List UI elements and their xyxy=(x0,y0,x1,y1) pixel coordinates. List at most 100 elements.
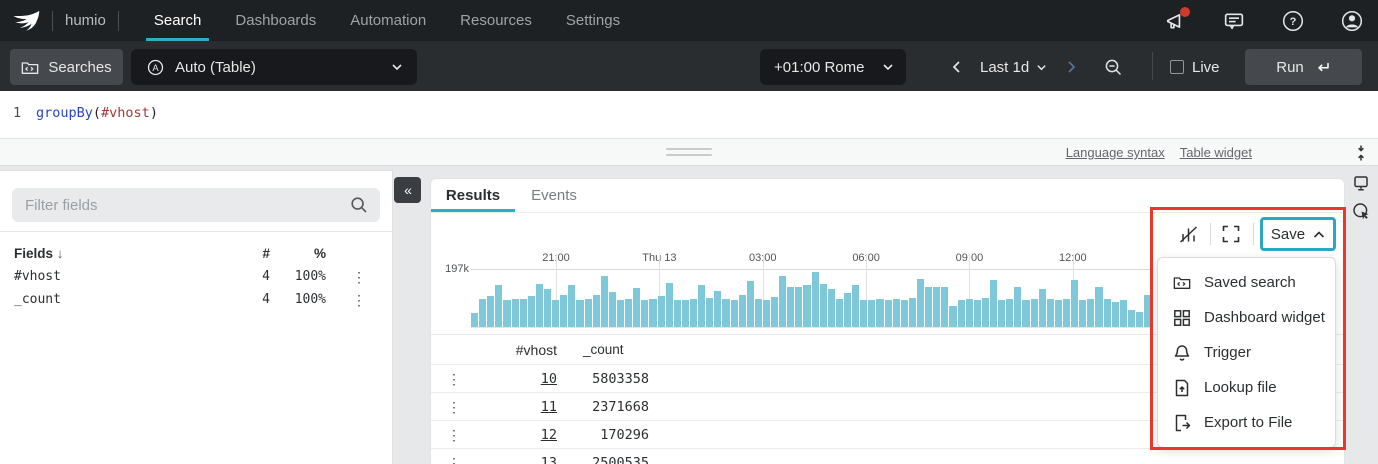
vhost-value-link[interactable]: 11 xyxy=(541,399,557,415)
menu-item-saved-search[interactable]: Saved search xyxy=(1158,265,1335,300)
histogram-bar xyxy=(958,300,965,327)
histogram-bar xyxy=(585,299,592,327)
results-tabs: Results Events xyxy=(431,179,593,212)
searches-button[interactable]: Searches xyxy=(10,49,123,85)
saved-search-icon xyxy=(21,59,39,76)
tab-events[interactable]: Events xyxy=(515,179,593,212)
timezone-select[interactable]: +01:00 Rome xyxy=(760,49,906,85)
run-button[interactable]: Run xyxy=(1245,49,1362,85)
nav-tab-settings[interactable]: Settings xyxy=(549,0,637,41)
nav-tab-resources[interactable]: Resources xyxy=(443,0,549,41)
sort-desc-icon: ↓ xyxy=(57,246,64,261)
histogram-bar xyxy=(560,295,567,327)
menu-item-dashboard-widget[interactable]: Dashboard widget xyxy=(1158,300,1335,335)
histogram-bar xyxy=(674,300,681,327)
toolbar-divider xyxy=(1210,223,1211,245)
histogram-bar xyxy=(925,287,932,327)
query-function: groupBy xyxy=(36,105,93,121)
histogram-bar xyxy=(795,287,802,327)
histogram-bar xyxy=(690,299,697,327)
histogram-bar xyxy=(601,276,608,327)
column-header-count[interactable]: _count xyxy=(557,342,649,357)
saved-search-icon xyxy=(1173,274,1191,291)
tab-results[interactable]: Results xyxy=(431,179,515,212)
field-count: 4 xyxy=(234,269,270,284)
histogram-bar xyxy=(520,299,527,327)
event-histogram[interactable] xyxy=(471,269,1151,328)
feedback-icon[interactable] xyxy=(1223,10,1245,32)
histogram-bar xyxy=(868,300,875,327)
histogram-bar xyxy=(1095,287,1102,327)
crowdstrike-logo-icon[interactable] xyxy=(12,9,40,33)
histogram-bar xyxy=(1047,299,1054,327)
histogram-bar xyxy=(982,298,989,327)
histogram-bar xyxy=(666,283,673,327)
histogram-bar xyxy=(836,299,843,327)
query-text[interactable]: groupBy(#vhost) xyxy=(36,105,158,121)
fields-header[interactable]: Fields ↓ xyxy=(14,246,234,261)
live-checkbox[interactable] xyxy=(1170,60,1184,74)
query-editor[interactable]: 1 groupBy(#vhost) xyxy=(0,91,1378,138)
auto-mode-icon: A xyxy=(147,59,164,76)
time-back-button[interactable] xyxy=(944,49,970,85)
nav-tab-automation[interactable]: Automation xyxy=(333,0,443,41)
field-row[interactable]: _count 4 100% ⋮ xyxy=(0,288,392,311)
menu-item-lookup-file[interactable]: Lookup file xyxy=(1158,370,1335,405)
pointer-select-icon[interactable] xyxy=(1352,202,1370,220)
histogram-bar xyxy=(1120,300,1127,327)
histogram-bar xyxy=(990,280,997,327)
time-forward-button[interactable] xyxy=(1058,49,1084,85)
field-menu-icon[interactable]: ⋮ xyxy=(326,293,392,307)
histogram-bar xyxy=(1087,299,1094,327)
histogram-bar xyxy=(1031,299,1038,327)
collapse-fields-panel-button[interactable]: « xyxy=(394,177,421,203)
resize-handle[interactable] xyxy=(666,148,712,160)
collapse-vertical-icon[interactable] xyxy=(1352,144,1370,162)
menu-item-export-file[interactable]: Export to File xyxy=(1158,405,1335,440)
fullscreen-button[interactable] xyxy=(1222,225,1241,244)
nav-tab-search[interactable]: Search xyxy=(137,0,219,41)
row-menu-icon[interactable]: ⋮ xyxy=(439,400,469,414)
toolbar-divider xyxy=(1253,223,1254,245)
histogram-bar xyxy=(1144,295,1151,327)
histogram-bar xyxy=(901,300,908,327)
row-menu-icon[interactable]: ⋮ xyxy=(439,456,469,464)
count-value: 170296 xyxy=(557,427,649,443)
field-menu-icon[interactable]: ⋮ xyxy=(326,270,392,284)
live-label: Live xyxy=(1192,59,1220,76)
live-toggle[interactable]: Live xyxy=(1170,49,1220,85)
field-row[interactable]: #vhost 4 100% ⋮ xyxy=(0,265,392,288)
histogram-bar xyxy=(1063,299,1070,327)
histogram-bar xyxy=(1014,287,1021,327)
column-header-vhost[interactable]: #vhost xyxy=(469,342,557,358)
bell-icon xyxy=(1173,344,1191,362)
histogram-bar xyxy=(828,289,835,327)
table-row[interactable]: ⋮ 13 2500535 xyxy=(431,449,1344,464)
vhost-value-link[interactable]: 10 xyxy=(541,371,557,387)
view-mode-select[interactable]: A Auto (Table) xyxy=(131,49,417,85)
row-menu-icon[interactable]: ⋮ xyxy=(439,372,469,386)
search-icon xyxy=(350,196,368,214)
table-widget-link[interactable]: Table widget xyxy=(1180,145,1252,160)
account-icon[interactable] xyxy=(1341,10,1363,32)
time-range-select[interactable]: Last 1d xyxy=(976,49,1051,85)
nav-tab-dashboards[interactable]: Dashboards xyxy=(218,0,333,41)
filter-fields-input[interactable] xyxy=(12,188,380,222)
save-button[interactable]: Save xyxy=(1260,217,1336,251)
histogram-bar xyxy=(893,299,900,327)
announcements-icon[interactable] xyxy=(1164,10,1186,32)
menu-item-trigger[interactable]: Trigger xyxy=(1158,335,1335,370)
hide-chart-button[interactable] xyxy=(1179,225,1198,244)
field-name[interactable]: _count xyxy=(14,292,234,307)
zoom-out-button[interactable] xyxy=(1100,49,1126,85)
toolbar-divider xyxy=(1152,52,1153,80)
help-icon[interactable]: ? xyxy=(1282,10,1304,32)
histogram-bar xyxy=(949,306,956,327)
histogram-bar xyxy=(731,300,738,327)
field-name[interactable]: #vhost xyxy=(14,269,234,284)
row-menu-icon[interactable]: ⋮ xyxy=(439,428,469,442)
vhost-value-link[interactable]: 12 xyxy=(541,427,557,443)
vhost-value-link[interactable]: 13 xyxy=(541,455,557,464)
language-syntax-link[interactable]: Language syntax xyxy=(1066,145,1165,160)
board-icon[interactable] xyxy=(1352,174,1370,192)
